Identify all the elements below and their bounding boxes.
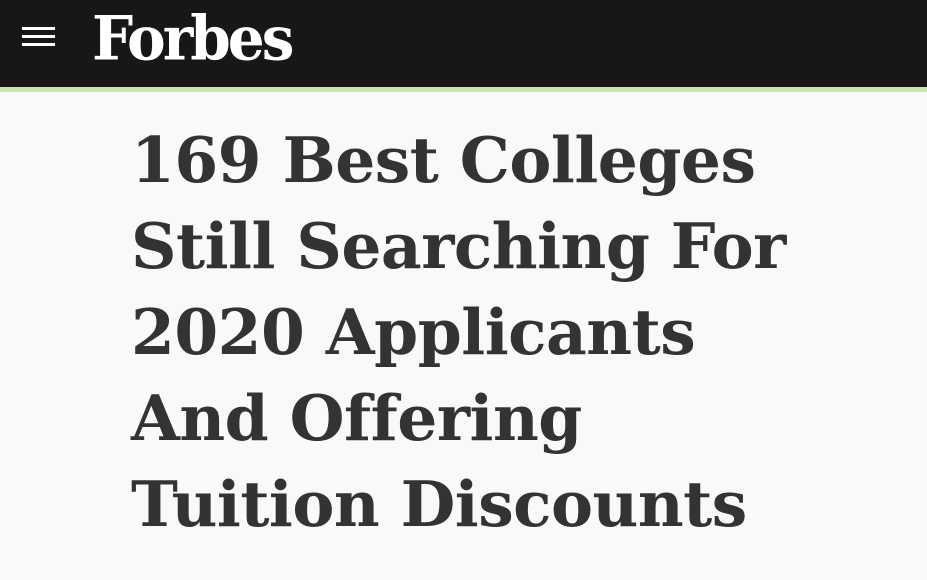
- hamburger-menu-icon[interactable]: [22, 25, 58, 49]
- forbes-logo[interactable]: Forbes: [92, 2, 294, 76]
- headline-line: And Offering: [131, 381, 582, 455]
- headline-line: 169 Best Colleges: [131, 123, 756, 197]
- headline-line: 2020 Applicants: [131, 295, 696, 369]
- headline-line: Tuition Discounts: [131, 467, 747, 541]
- headline-line: Still Searching For: [131, 209, 786, 283]
- menu-bar: [22, 27, 55, 30]
- menu-bar: [22, 43, 55, 46]
- site-header: Forbes: [0, 0, 927, 87]
- menu-bar: [22, 35, 55, 38]
- article-headline: 169 Best Colleges Still Searching For 20…: [131, 117, 911, 547]
